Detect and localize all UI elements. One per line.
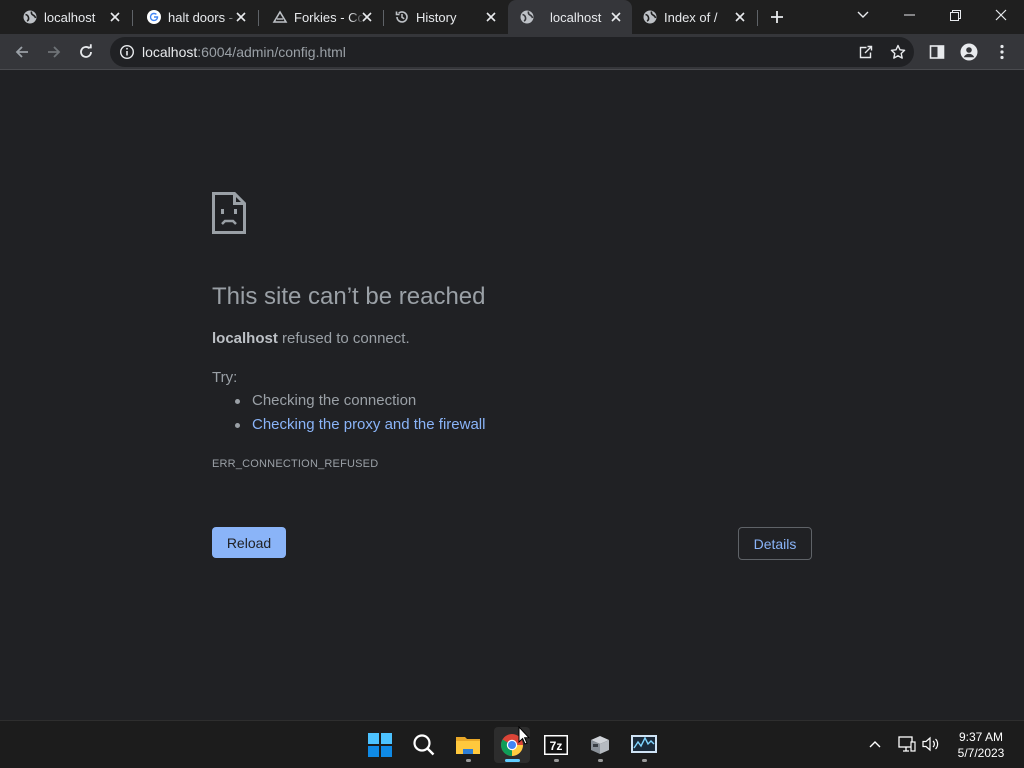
error-host: localhost [212,330,278,347]
windows-taskbar: 7z 9:37 AM 5/7/2023 [0,720,1024,768]
error-code: ERR_CONNECTION_REFUSED [212,458,379,470]
suggestions-list: Checking the connection Checking the pro… [232,392,485,440]
tab-localhost-1[interactable]: localhost [0,0,131,34]
forward-arrow-icon [48,46,61,58]
profile-icon [960,43,978,61]
side-panel-button[interactable] [923,38,951,66]
url-host: localhost [142,44,198,60]
chevron-down-icon [857,11,869,18]
close-window-button[interactable] [978,0,1024,30]
restore-button[interactable] [932,0,978,30]
close-tab-icon[interactable] [233,9,249,25]
google-icon [146,9,162,25]
show-hidden-icons-button[interactable] [866,735,884,753]
url-text: localhost:6004/admin/config.html [142,44,346,60]
minimize-icon [903,14,915,16]
start-button[interactable] [362,727,398,763]
file-explorer-button[interactable] [450,727,486,763]
error-detail: localhost refused to connect. [212,330,410,347]
app-installer-button[interactable] [582,727,618,763]
tab-separator [757,10,758,26]
menu-button[interactable] [988,38,1016,66]
volume-icon[interactable] [922,735,940,753]
bookmark-star-icon[interactable] [890,44,906,60]
search-icon [413,734,435,756]
site-info-icon[interactable] [119,44,135,60]
error-page: This site can’t be reached localhost ref… [0,71,1024,720]
forkies-icon [272,9,288,25]
close-icon [995,9,1007,21]
network-icon[interactable] [898,735,916,753]
tab-localhost-active[interactable]: localhost [508,0,632,34]
tab-strip: localhost halt doors - Google Search For… [0,0,1024,34]
7zip-button[interactable]: 7z [538,727,574,763]
svg-text:7z: 7z [550,739,563,753]
chevron-up-icon [869,741,881,748]
system-clock[interactable]: 9:37 AM 5/7/2023 [948,729,1014,761]
try-label: Try: [212,369,238,386]
globe-icon [22,9,38,25]
mouse-cursor-icon [518,725,531,750]
resource-monitor-button[interactable] [626,727,662,763]
error-headline: This site can’t be reached [212,283,486,310]
tab-title: Forkies - Coding [294,9,364,25]
app-installer-icon [591,736,609,754]
clock-time: 9:37 AM [958,730,1004,744]
error-detail-text: refused to connect. [277,330,410,347]
share-icon[interactable] [858,44,874,60]
suggestion-check-connection: Checking the connection [232,392,485,416]
7zip-icon: 7z [544,735,568,755]
minimize-button[interactable] [886,0,932,30]
tab-search-button[interactable] [840,0,886,30]
address-bar[interactable]: localhost:6004/admin/config.html [110,37,914,67]
clock-date: 5/7/2023 [957,746,1005,760]
tab-title: Index of / [664,9,718,25]
new-tab-button[interactable] [766,6,788,28]
tab-history[interactable]: History [372,0,507,34]
close-tab-icon[interactable] [107,9,123,25]
reload-toolbar-button[interactable] [72,38,100,66]
sad-document-icon [212,192,246,239]
running-indicator [466,759,471,762]
globe-icon [519,9,535,25]
profile-button[interactable] [955,38,983,66]
start-icon [368,733,392,757]
tab-title: History [416,9,457,25]
reload-button[interactable]: Reload [212,527,286,558]
back-button[interactable] [8,38,36,66]
tab-forkies[interactable]: Forkies - Coding [250,0,383,34]
history-icon [394,9,410,25]
restore-icon [949,9,961,21]
running-indicator [598,759,603,762]
refresh-icon [80,44,92,58]
running-indicator [642,759,647,762]
tab-title: halt doors - Google Search [168,9,238,25]
close-tab-icon[interactable] [483,9,499,25]
three-dots-icon [1000,44,1004,60]
globe-icon [642,9,658,25]
plus-icon [771,11,783,23]
suggestion-check-proxy-firewall-link[interactable]: Checking the proxy and the firewall [232,416,485,440]
file-explorer-icon [456,737,480,754]
details-button[interactable]: Details [738,527,812,560]
side-panel-icon [929,45,945,59]
running-indicator [554,759,559,762]
tab-google-search[interactable]: halt doors - Google Search [124,0,257,34]
back-arrow-icon [15,46,28,58]
forward-button[interactable] [40,38,68,66]
close-tab-icon[interactable] [732,9,748,25]
tab-index-of[interactable]: Index of / [620,0,756,34]
active-indicator [505,759,520,762]
tab-title: localhost [44,9,96,25]
resource-monitor-icon [631,735,657,753]
url-path: :6004/admin/config.html [197,44,346,60]
browser-toolbar: localhost:6004/admin/config.html [0,34,1024,70]
search-taskbar-button[interactable] [406,727,442,763]
